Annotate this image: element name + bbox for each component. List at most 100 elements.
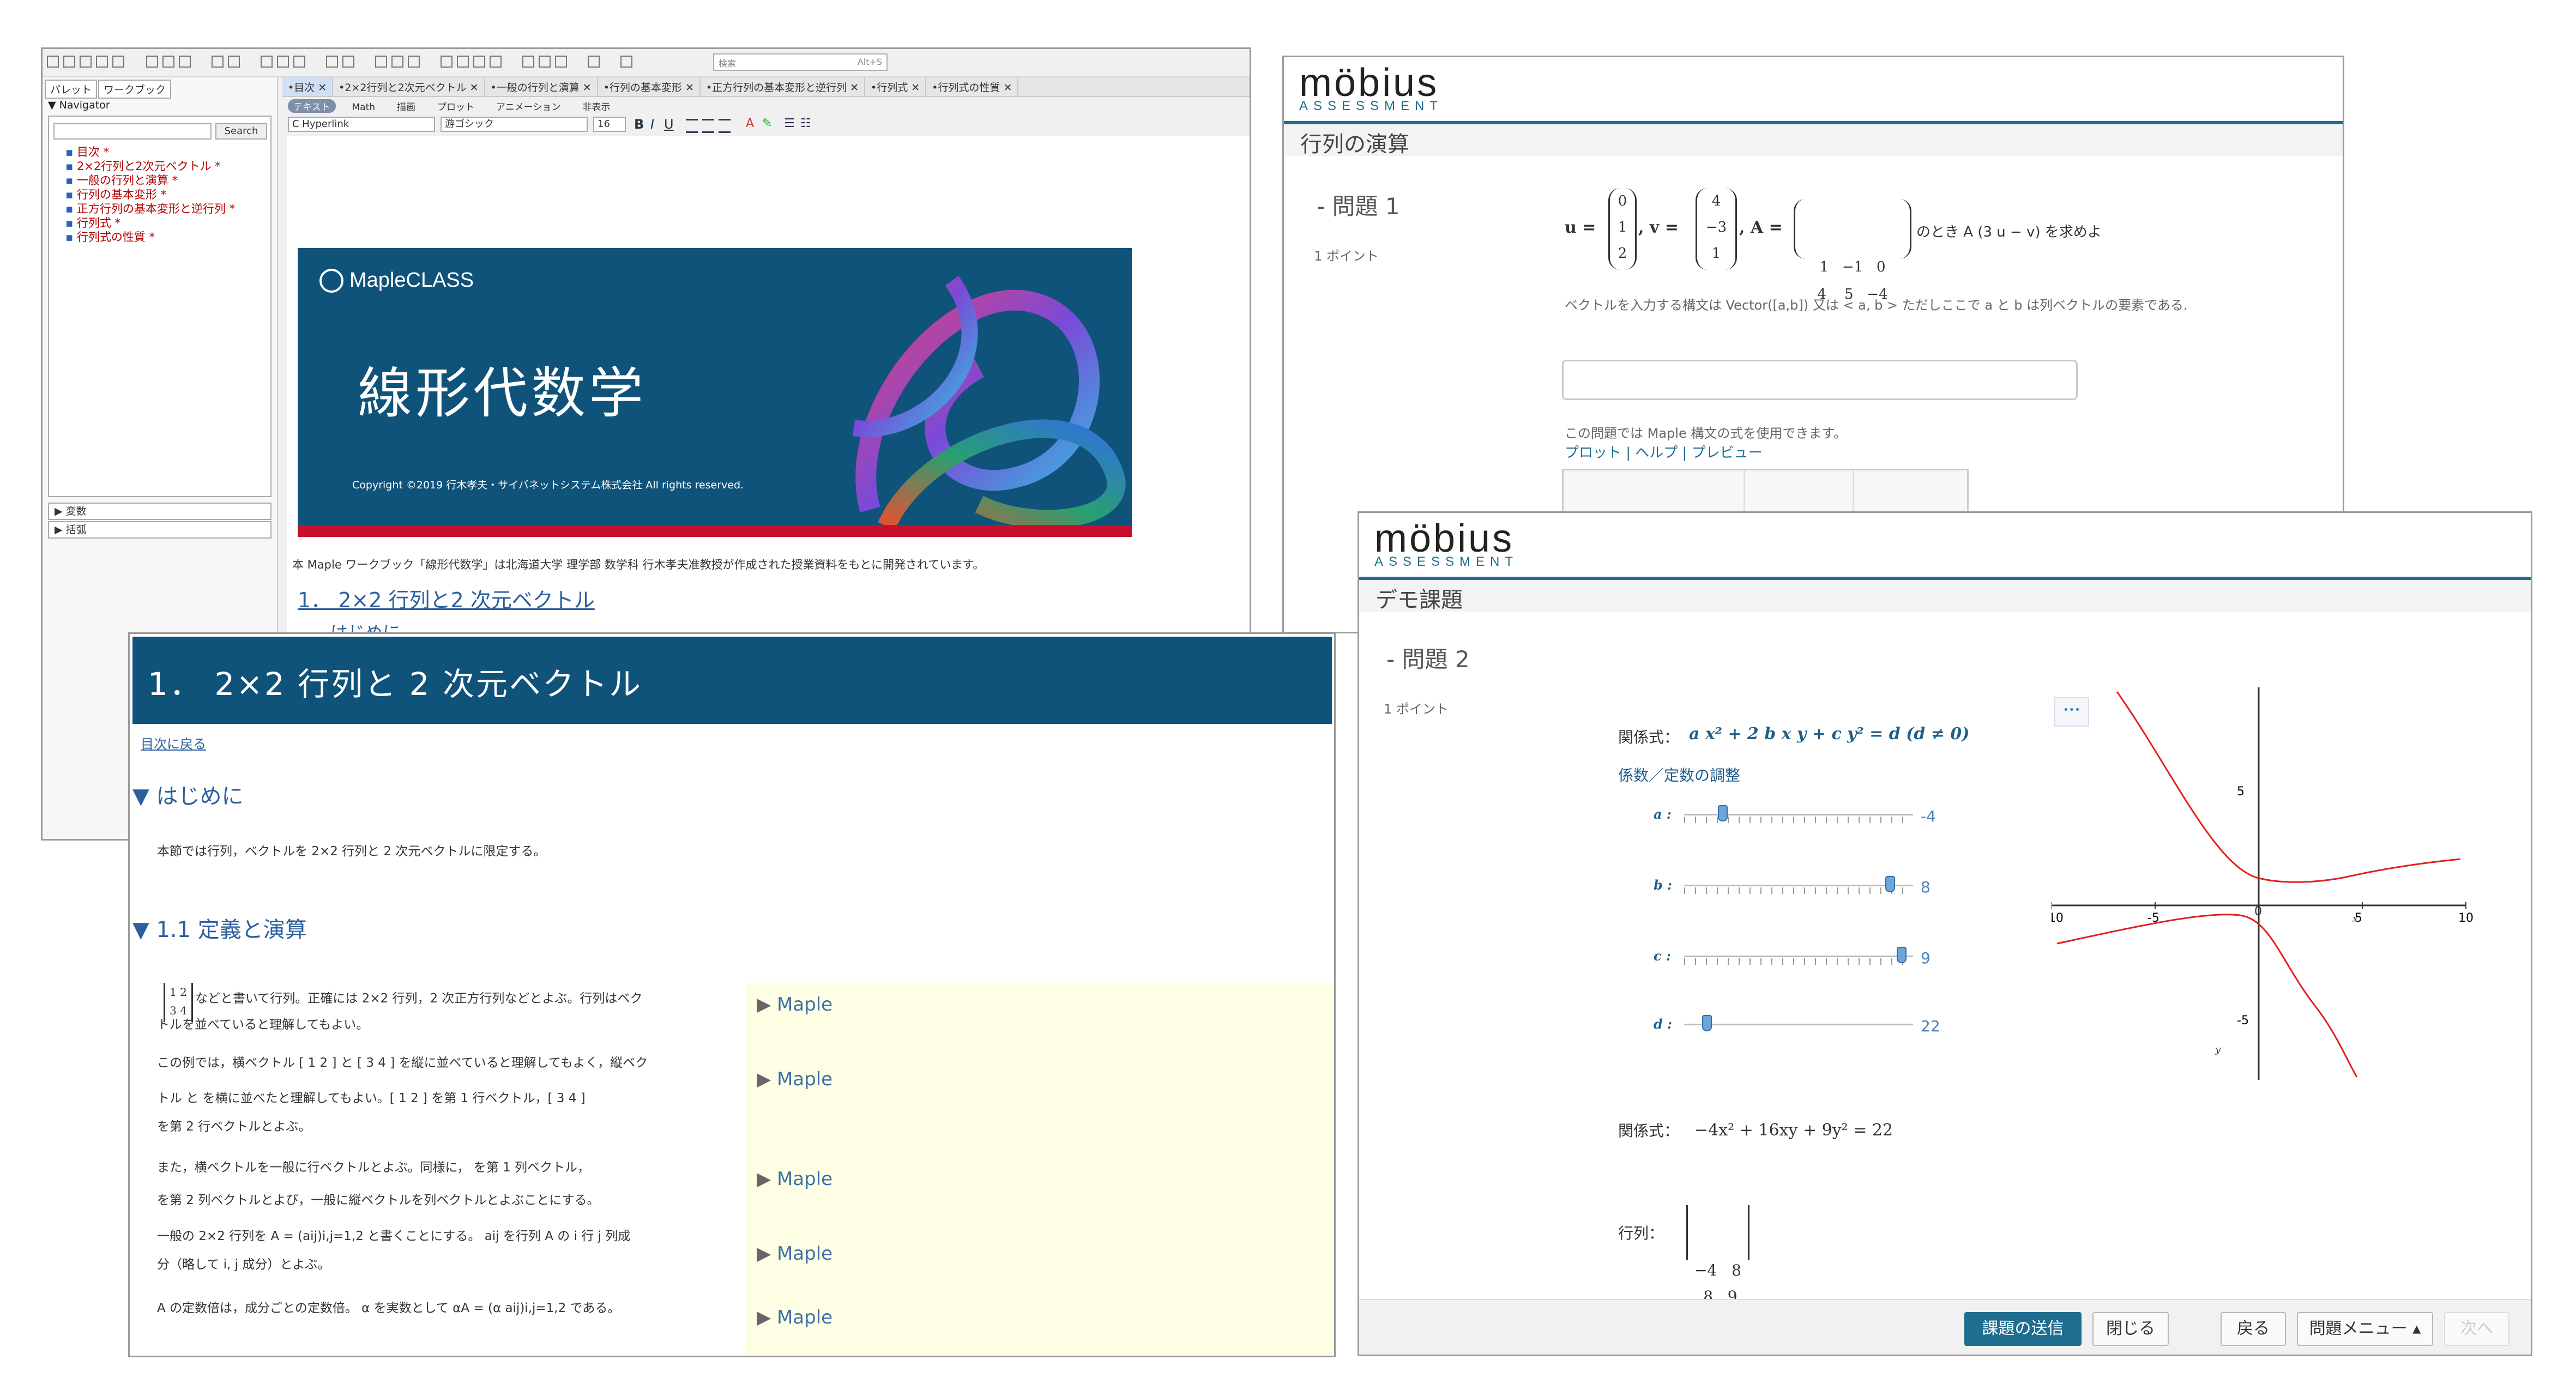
tab-doc[interactable]: •一般の行列と演算 ✕ <box>485 77 598 96</box>
bullet-list-icon[interactable]: ☰ <box>784 117 795 130</box>
heading-intro[interactable]: ▼ はじめに <box>132 778 243 810</box>
mode-tab[interactable]: プロット <box>432 99 480 113</box>
execute-all-icon[interactable] <box>441 56 453 68</box>
maple-toolbar: 検索 Alt+S <box>43 49 1250 77</box>
helper-links[interactable]: プロット | ヘルプ | プレビュー <box>1565 442 1763 462</box>
maple-link[interactable]: Maple <box>757 1307 832 1328</box>
zoom-fit-icon[interactable] <box>555 56 567 68</box>
tab-palette[interactable]: パレット <box>45 80 98 99</box>
tab-doc[interactable]: •目次 ✕ <box>282 77 334 96</box>
nav-item[interactable]: 2×2行列と2次元ベクトル * <box>65 159 235 173</box>
slider-thumb[interactable] <box>1885 876 1895 892</box>
navigator-search-button[interactable]: Search <box>215 123 267 140</box>
home-icon[interactable] <box>391 56 403 68</box>
nav-item[interactable]: 行列式 * <box>65 216 235 230</box>
slider-thumb[interactable] <box>1702 1015 1712 1031</box>
section-1-link[interactable]: 1． 2×2 行列と2 次元ベクトル <box>298 583 595 613</box>
mode-tab[interactable]: テキスト <box>288 99 336 113</box>
bold-icon[interactable]: B <box>634 117 644 132</box>
style-select[interactable]: C Hyperlink <box>288 117 435 132</box>
text-color-icon[interactable]: A <box>746 117 754 130</box>
insert-section-icon[interactable] <box>293 56 305 68</box>
mobius-logo-sub: ASSESSMENT <box>1299 99 1444 113</box>
align-left-icon[interactable] <box>686 119 698 133</box>
matrix-label: 行列： <box>1618 1224 1664 1242</box>
undo-icon[interactable] <box>212 56 224 68</box>
forward-icon[interactable] <box>408 56 420 68</box>
tab-doc[interactable]: •行列式の性質 ✕ <box>926 77 1019 96</box>
indent-icon[interactable] <box>326 56 338 68</box>
tab-doc[interactable]: •行列の基本変形 ✕ <box>598 77 701 96</box>
variables-section[interactable]: ▶ 変数 <box>48 503 272 520</box>
highlight-icon[interactable]: ✎ <box>762 117 772 130</box>
numbered-list-icon[interactable]: ☷ <box>800 117 811 130</box>
instruction-text: ベクトルを入力する構文は Vector([a,b]) 又は < a, b > た… <box>1565 298 2188 313</box>
answer-input[interactable] <box>1562 360 2078 400</box>
restart-icon[interactable] <box>490 56 502 68</box>
slider-label: b : <box>1654 877 1672 893</box>
navigator-search-input[interactable] <box>53 123 212 140</box>
maple-link[interactable]: Maple <box>757 1168 832 1190</box>
font-select[interactable]: 游ゴシック <box>441 117 588 132</box>
redo-icon[interactable] <box>228 56 240 68</box>
nav-item[interactable]: 行列の基本変形 * <box>65 188 235 202</box>
tab-doc[interactable]: •行列式 ✕ <box>865 77 927 96</box>
toc-link[interactable]: 目次に戻る <box>141 733 206 752</box>
align-center-icon[interactable] <box>702 119 714 133</box>
refresh-icon[interactable] <box>588 56 600 68</box>
paste-icon[interactable] <box>179 56 191 68</box>
text-mode-icon[interactable] <box>261 56 273 68</box>
nav-item[interactable]: 行列式の性質 * <box>65 230 235 244</box>
tab-doc[interactable]: •正方行列の基本変形と逆行列 ✕ <box>701 77 866 96</box>
nav-item[interactable]: 正方行列の基本変形と逆行列 * <box>65 202 235 216</box>
math-mode-icon[interactable] <box>277 56 289 68</box>
submit-button[interactable]: 課題の送信 <box>1964 1312 2082 1346</box>
cut-icon[interactable] <box>146 56 158 68</box>
back-icon[interactable] <box>375 56 387 68</box>
next-button[interactable]: 次へ <box>2444 1312 2509 1346</box>
slider-c[interactable]: c : 9 <box>1654 944 1981 969</box>
slider-a[interactable]: a : -4 <box>1654 802 1981 827</box>
slider-thumb[interactable] <box>1718 805 1728 821</box>
maple-link[interactable]: Maple <box>757 1068 832 1090</box>
tab-workbook[interactable]: ワークブック <box>98 80 172 99</box>
copy-icon[interactable] <box>162 56 174 68</box>
open-file-icon[interactable] <box>63 56 75 68</box>
back-button[interactable]: 戻る <box>2221 1312 2286 1346</box>
mode-tab[interactable]: Math <box>347 102 381 113</box>
help-icon[interactable] <box>620 56 632 68</box>
question-menu-button[interactable]: 問題メニュー ▴ <box>2297 1312 2433 1346</box>
question-points: 1 ポイント <box>1384 702 1449 717</box>
print-preview-icon[interactable] <box>112 56 124 68</box>
tab-doc[interactable]: •2×2行列と2次元ベクトル ✕ <box>333 77 485 96</box>
slider-d[interactable]: d : 22 <box>1654 1012 1981 1037</box>
zoom-in-icon[interactable] <box>522 56 534 68</box>
mode-tab[interactable]: アニメーション <box>491 99 566 113</box>
save-icon[interactable] <box>80 56 92 68</box>
stop-icon[interactable] <box>473 56 485 68</box>
print-icon[interactable] <box>96 56 108 68</box>
maple-link[interactable]: Maple <box>757 994 832 1016</box>
nav-item[interactable]: 目次 * <box>65 145 235 159</box>
mode-tab[interactable]: 描画 <box>391 99 421 113</box>
underline-icon[interactable]: U <box>664 117 674 132</box>
outdent-icon[interactable] <box>342 56 354 68</box>
maple-section-window: 1． 2×2 行列と 2 次元ベクトル 目次に戻る ▼ はじめに 本節では行列，… <box>128 632 1336 1357</box>
slider-thumb[interactable] <box>1897 947 1907 963</box>
navigator-header[interactable]: ▼ Navigator <box>48 99 272 114</box>
maple-link[interactable]: Maple <box>757 1243 832 1265</box>
zoom-out-icon[interactable] <box>539 56 551 68</box>
size-select[interactable]: 16 <box>593 117 626 132</box>
close-button[interactable]: 閉じる <box>2092 1312 2169 1346</box>
brackets-section[interactable]: ▶ 括弧 <box>48 521 272 539</box>
heading-definition[interactable]: ▼ 1.1 定義と演算 <box>132 912 307 944</box>
new-file-icon[interactable] <box>47 56 59 68</box>
align-right-icon[interactable] <box>719 119 731 133</box>
slider-b[interactable]: b : 8 <box>1654 873 1981 898</box>
slider-label: d : <box>1654 1016 1672 1032</box>
italic-icon[interactable]: I <box>650 117 654 132</box>
search-input[interactable]: 検索 Alt+S <box>713 53 888 71</box>
nav-item[interactable]: 一般の行列と演算 * <box>65 173 235 188</box>
mode-tab[interactable]: 非表示 <box>577 99 616 113</box>
execute-icon[interactable] <box>457 56 469 68</box>
